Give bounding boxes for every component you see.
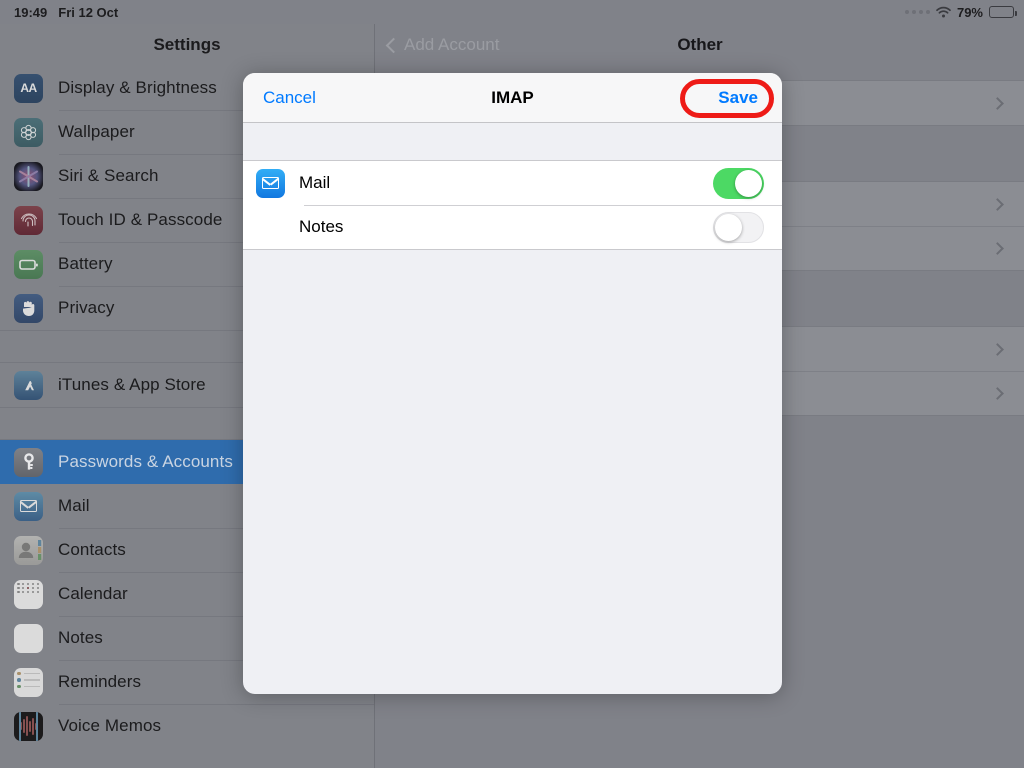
detail-nav-bar: Add Account Other [376,24,1024,66]
privacy-icon [14,293,43,323]
siri-search-icon [14,161,43,191]
save-highlight-ring [680,79,774,118]
modal-section-gap [243,123,782,160]
sidebar-item-label: Mail [58,496,90,515]
notes-icon [14,623,43,653]
mail-icon [14,491,43,521]
modal-nav-bar: Cancel IMAP Save [243,73,782,123]
sidebar-item-label: iTunes & App Store [58,375,206,394]
wallpaper-icon [14,117,43,147]
sidebar-item-label: Reminders [58,672,142,691]
contacts-icon [14,535,43,565]
detail-title: Other [677,35,723,54]
wifi-icon [936,6,951,18]
touch-id-icon [14,205,43,235]
sidebar-item-label: Passwords & Accounts [58,452,233,471]
chevron-right-icon [991,386,1004,400]
notes-app-icon [256,212,285,242]
sidebar-item-label: Wallpaper [58,122,135,141]
display-brightness-icon: AA [14,73,43,103]
sidebar-title: Settings [153,35,221,54]
status-bar: 19:49 Fri 12 Oct 79% [0,0,1024,24]
sidebar-item-label: Voice Memos [58,716,162,735]
voice-memos-icon [14,711,43,741]
sidebar-item-voice-memos[interactable]: Voice Memos [0,704,374,748]
status-bar-right: 79% [904,0,1017,24]
sidebar-item-label: Touch ID & Passcode [58,210,223,229]
sidebar-item-label: Siri & Search [58,166,159,185]
modal-row-mail[interactable]: Mail [243,161,782,205]
sidebar-item-label: Battery [58,254,113,273]
modal-row-label: Notes [299,217,344,236]
modal-row-label: Mail [299,173,331,192]
signal-dots-icon [904,10,930,14]
sidebar-item-label: Calendar [58,584,128,603]
calendar-icon [14,579,43,609]
reminders-icon [14,667,43,697]
chevron-right-icon [991,241,1004,255]
battery-settings-icon [14,249,43,279]
clock-date: Fri 12 Oct [58,4,119,20]
battery-icon [989,6,1017,18]
itunes-app-store-icon [14,370,43,400]
clock-time: 19:49 [14,4,48,20]
mail-app-icon [256,168,285,198]
passwords-accounts-icon [14,447,43,477]
sidebar-item-label: Notes [58,628,103,647]
chevron-right-icon [991,96,1004,110]
imap-modal: Cancel IMAP Save Mail Notes [243,73,782,694]
chevron-right-icon [991,197,1004,211]
battery-percent: 79% [956,4,983,20]
modal-toggle-table: Mail Notes [243,160,782,250]
mail-toggle[interactable] [713,167,764,199]
notes-toggle[interactable] [713,211,764,243]
modal-row-notes[interactable]: Notes [243,205,782,249]
ipad-settings-screen: 19:49 Fri 12 Oct 79% Settings AA Display… [0,0,1024,768]
chevron-right-icon [991,342,1004,356]
sidebar-item-label: Contacts [58,540,126,559]
sidebar-item-label: Display & Brightness [58,78,217,97]
status-bar-left: 19:49 Fri 12 Oct [14,5,118,20]
sidebar-item-label: Privacy [58,298,115,317]
